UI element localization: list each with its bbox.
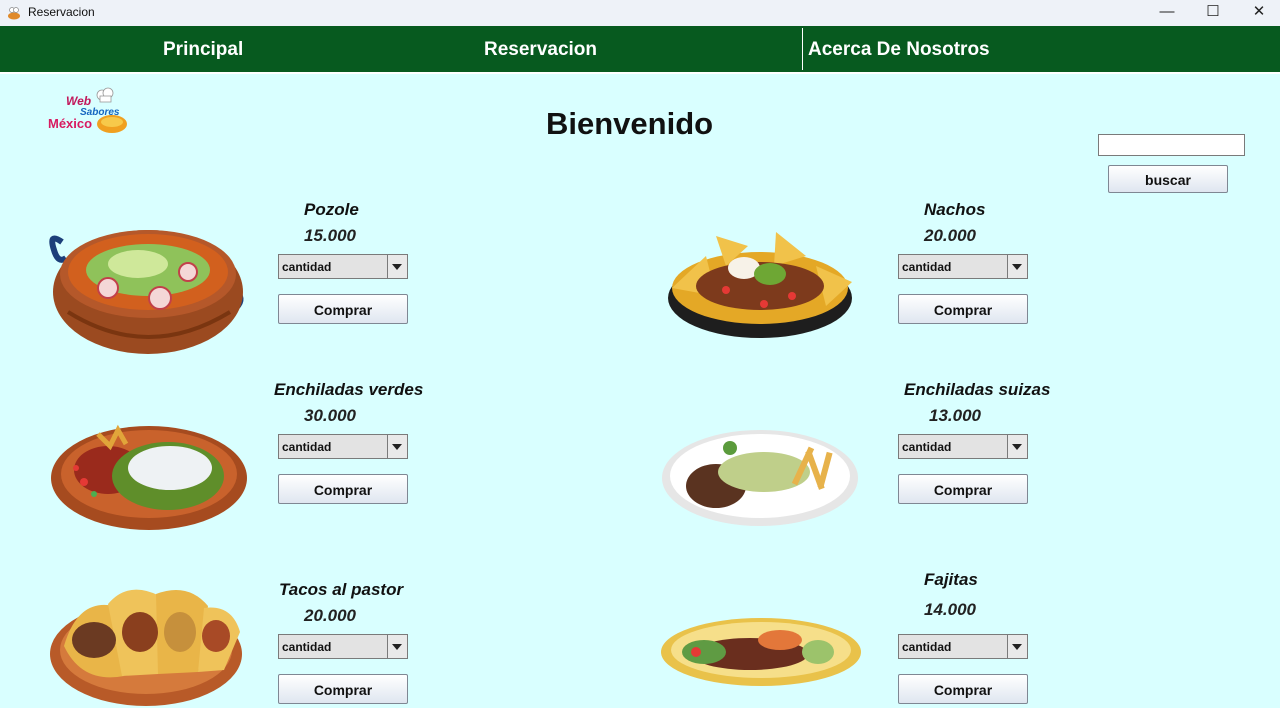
- window-title: Reservacion: [28, 5, 95, 19]
- product-price-enchiladas-suizas: 13.000: [929, 406, 981, 425]
- quantity-select-value: cantidad: [282, 440, 332, 454]
- window-title-bar: Reservacion — ☐ ✕: [0, 0, 1280, 27]
- product-name-fajitas: Fajitas: [924, 570, 978, 589]
- enchiladas-verdes-image: [51, 424, 247, 530]
- product-name-pozole: Pozole: [304, 200, 359, 219]
- chevron-down-icon[interactable]: [1007, 255, 1027, 278]
- pozole-image: [49, 230, 244, 354]
- chevron-down-icon[interactable]: [1007, 635, 1027, 658]
- comprar-button-nachos[interactable]: Comprar: [898, 294, 1028, 324]
- product-name-enchiladas-suizas: Enchiladas suizas: [904, 380, 1051, 399]
- product-price-tacos-al-pastor: 20.000: [304, 606, 356, 625]
- product-name-nachos: Nachos: [924, 200, 986, 219]
- product-name-tacos-al-pastor: Tacos al pastor: [279, 580, 404, 599]
- quantity-select-value: cantidad: [902, 440, 952, 454]
- quantity-select-fajitas[interactable]: cantidad: [898, 634, 1028, 659]
- search-button[interactable]: buscar: [1108, 165, 1228, 193]
- page-title: Bienvenido: [546, 106, 714, 141]
- nav-acerca-de-nosotros[interactable]: Acerca De Nosotros: [808, 26, 990, 72]
- quantity-select-value: cantidad: [902, 260, 952, 274]
- comprar-button-enchiladas-verdes[interactable]: Comprar: [278, 474, 408, 504]
- quantity-select-nachos[interactable]: cantidad: [898, 254, 1028, 279]
- quantity-select-tacos-al-pastor[interactable]: cantidad: [278, 634, 408, 659]
- nachos-image: [668, 232, 852, 338]
- comprar-button-tacos-al-pastor[interactable]: Comprar: [278, 674, 408, 704]
- maximize-button[interactable]: ☐: [1190, 0, 1236, 26]
- chevron-down-icon[interactable]: [387, 255, 407, 278]
- nav-principal[interactable]: Principal: [163, 26, 243, 72]
- quantity-select-enchiladas-suizas[interactable]: cantidad: [898, 434, 1028, 459]
- fajitas-image: [661, 618, 861, 686]
- comprar-button-enchiladas-suizas[interactable]: Comprar: [898, 474, 1028, 504]
- svg-text:Web: Web: [66, 94, 91, 108]
- product-price-fajitas: 14.000: [924, 600, 976, 619]
- quantity-select-value: cantidad: [902, 640, 952, 654]
- comprar-button-fajitas[interactable]: Comprar: [898, 674, 1028, 704]
- product-price-pozole: 15.000: [304, 226, 356, 245]
- enchiladas-suizas-image: [662, 430, 858, 526]
- minimize-button[interactable]: —: [1144, 0, 1190, 26]
- svg-text:México: México: [48, 116, 92, 131]
- search-input[interactable]: [1098, 134, 1245, 156]
- product-price-nachos: 20.000: [924, 226, 976, 245]
- tacos-al-pastor-image: [50, 589, 242, 706]
- comprar-button-pozole[interactable]: Comprar: [278, 294, 408, 324]
- chevron-down-icon[interactable]: [1007, 435, 1027, 458]
- quantity-select-pozole[interactable]: cantidad: [278, 254, 408, 279]
- chevron-down-icon[interactable]: [387, 435, 407, 458]
- app-icon: [8, 7, 20, 20]
- quantity-select-value: cantidad: [282, 640, 332, 654]
- quantity-select-value: cantidad: [282, 260, 332, 274]
- nav-divider: [802, 28, 803, 70]
- quantity-select-enchiladas-verdes[interactable]: cantidad: [278, 434, 408, 459]
- chevron-down-icon[interactable]: [387, 635, 407, 658]
- product-price-enchiladas-verdes: 30.000: [304, 406, 356, 425]
- main-navbar: Principal Reservacion Acerca De Nosotros: [0, 26, 1280, 74]
- nav-reservacion[interactable]: Reservacion: [484, 26, 597, 72]
- close-button[interactable]: ✕: [1236, 0, 1280, 26]
- web-sabores-mexico-logo: Web Sabores México: [48, 87, 127, 133]
- product-name-enchiladas-verdes: Enchiladas verdes: [274, 380, 424, 399]
